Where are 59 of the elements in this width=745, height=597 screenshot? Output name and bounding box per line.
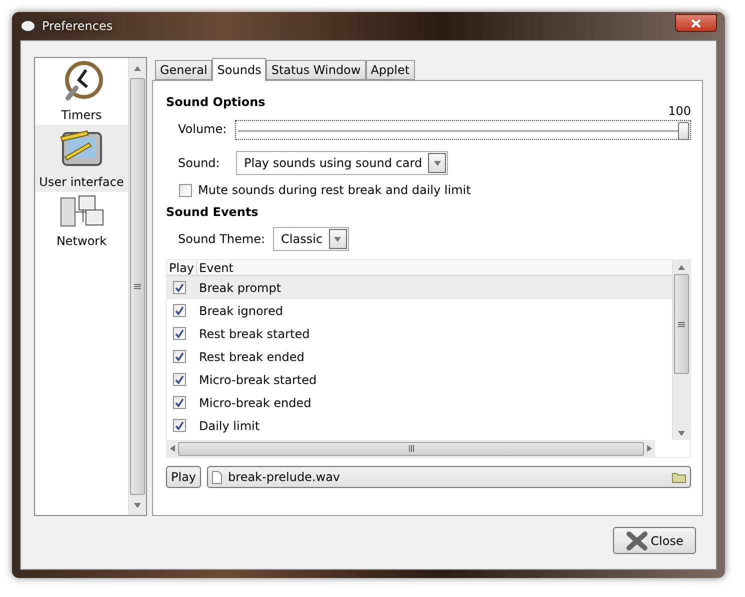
window-title: Preferences [42, 19, 113, 33]
event-row[interactable]: Daily limit [167, 414, 672, 437]
slider-thumb[interactable] [678, 122, 689, 140]
volume-label: Volume: [178, 122, 227, 136]
close-icon [691, 18, 701, 28]
grip-icon [678, 320, 685, 328]
scrollbar[interactable] [672, 260, 690, 440]
checkbox[interactable] [173, 281, 186, 294]
checkbox[interactable] [173, 304, 186, 317]
theme-dropdown[interactable]: Classic [273, 227, 349, 251]
event-row[interactable]: Rest break ended [167, 345, 672, 368]
volume-reading: 100 [668, 104, 691, 118]
scrollbar[interactable] [128, 58, 146, 515]
tab[interactable]: General [155, 60, 212, 80]
scroll-left-icon[interactable] [170, 445, 175, 452]
checkbox[interactable] [179, 184, 192, 196]
close-button[interactable]: Close [613, 527, 696, 554]
play-button[interactable]: Play [166, 466, 202, 488]
checkbox[interactable] [173, 327, 186, 340]
mute-label: Mute sounds during rest break and daily limit [198, 183, 471, 197]
folder-icon[interactable] [672, 472, 686, 482]
section-heading: Sound Options [166, 95, 266, 109]
event-row[interactable]: Break ignored [167, 299, 672, 322]
file-chooser[interactable]: break-prelude.wav [207, 466, 691, 488]
checkbox[interactable] [173, 419, 186, 432]
scroll-up-icon[interactable] [134, 66, 141, 70]
event-row[interactable]: Micro-break started [167, 368, 672, 391]
event-row[interactable]: Micro-break ended [167, 391, 672, 414]
caret-icon[interactable] [434, 160, 441, 166]
caret-icon[interactable] [334, 236, 342, 242]
grip-icon [408, 445, 414, 452]
scroll-down-icon[interactable] [678, 430, 685, 436]
column-header[interactable]: Play [167, 260, 198, 274]
checkbox[interactable] [173, 373, 186, 386]
close-icon [626, 530, 648, 550]
sidebar-item[interactable]: User interface [35, 125, 128, 192]
scroll-down-icon[interactable] [134, 502, 141, 508]
grip-icon [134, 283, 141, 290]
sidebar-item[interactable]: Network [35, 192, 128, 251]
sound-theme-label: Sound Theme: [178, 232, 266, 246]
event-row[interactable]: Rest break started [167, 322, 672, 345]
sound-label: Sound: [178, 156, 221, 170]
checkbox[interactable] [173, 350, 186, 363]
tab[interactable]: Applet [366, 60, 415, 80]
event-row[interactable]: Break prompt [167, 276, 672, 299]
column-header[interactable]: Event [197, 260, 236, 274]
tab[interactable]: Status Window [266, 60, 366, 80]
sidebar-item[interactable]: Timers [35, 58, 128, 125]
file-icon [212, 470, 222, 484]
scroll-up-icon[interactable] [678, 264, 685, 270]
horizontal-scrollbar[interactable] [167, 440, 655, 457]
scroll-right-icon[interactable] [647, 445, 652, 452]
close-window-button[interactable] [675, 14, 717, 32]
app-icon [20, 19, 36, 33]
volume-slider[interactable] [234, 120, 691, 140]
checkbox[interactable] [173, 396, 186, 409]
sound-dropdown[interactable]: Play sounds using sound card [236, 151, 448, 175]
tab[interactable]: Sounds [212, 58, 266, 81]
section-heading: Sound Events [166, 205, 260, 219]
